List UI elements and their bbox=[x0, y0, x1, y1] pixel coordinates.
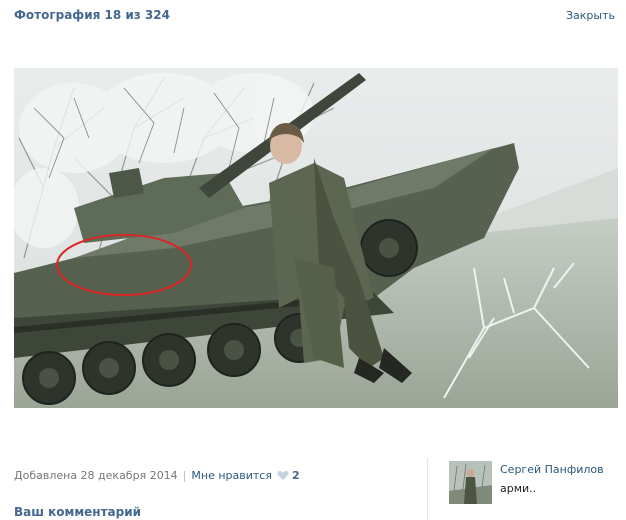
your-comment-label[interactable]: Ваш комментарий bbox=[14, 505, 141, 519]
author-name[interactable]: Сергей Панфилов bbox=[500, 463, 604, 476]
like-count: 2 bbox=[291, 469, 300, 482]
heart-icon[interactable] bbox=[277, 470, 289, 484]
close-link[interactable]: Закрыть bbox=[566, 9, 615, 22]
vertical-divider bbox=[427, 458, 428, 520]
photo-viewer-header: Фотография 18 из 324 Закрыть bbox=[0, 0, 626, 32]
meta-separator: | bbox=[182, 469, 187, 482]
author-caption: арми.. bbox=[500, 482, 537, 495]
added-date: Добавлена 28 декабря 2014 bbox=[14, 469, 178, 482]
photo-counter-title: Фотография 18 из 324 bbox=[14, 8, 170, 22]
like-button[interactable]: Мне нравится bbox=[191, 469, 272, 482]
photo-meta: Добавлена 28 декабря 2014 | Мне нравится 2 bbox=[14, 469, 300, 484]
author-avatar[interactable] bbox=[449, 461, 492, 504]
main-photo[interactable] bbox=[14, 68, 618, 408]
